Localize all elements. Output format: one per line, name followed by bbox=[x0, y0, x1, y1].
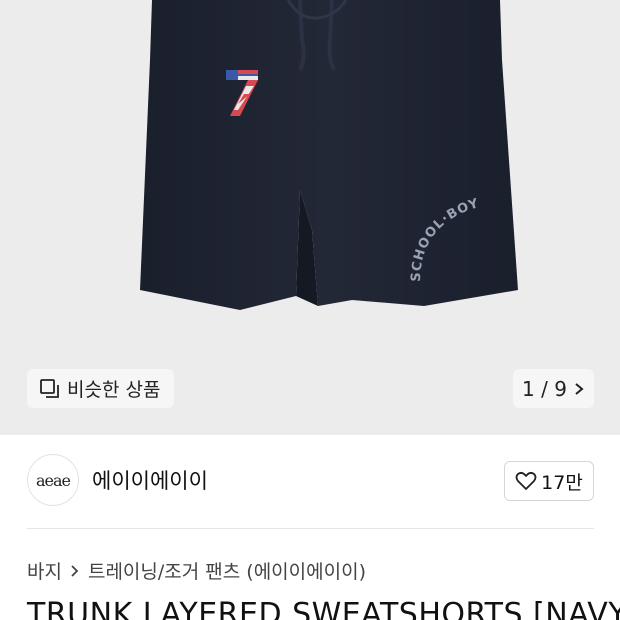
page-counter-text: 1 / 9 bbox=[522, 376, 567, 401]
breadcrumb-item-subcategory[interactable]: 트레이닝/조거 팬츠 (에이이에이이) bbox=[88, 557, 366, 584]
brand-name[interactable]: 에이이에이이 bbox=[92, 465, 208, 495]
heart-icon bbox=[515, 471, 537, 490]
divider bbox=[27, 528, 594, 529]
chevron-right-icon bbox=[71, 564, 79, 577]
breadcrumb-item-category[interactable]: 바지 bbox=[27, 557, 62, 584]
chevron-right-icon bbox=[575, 382, 584, 395]
brand-logo[interactable]: aeae bbox=[27, 454, 79, 506]
product-image-gallery[interactable]: 7 SCHOOL·BOY 비슷한 상품 1 / 9 bbox=[0, 0, 620, 435]
similar-products-button[interactable]: 비슷한 상품 bbox=[27, 369, 174, 408]
like-button[interactable]: 17만 bbox=[504, 461, 594, 501]
like-count: 17만 bbox=[541, 471, 583, 494]
similar-products-icon bbox=[40, 378, 59, 398]
brand-row[interactable]: aeae 에이이에이이 17만 bbox=[0, 435, 620, 528]
breadcrumb: 바지 트레이닝/조거 팬츠 (에이이에이이) bbox=[27, 557, 366, 584]
product-title: TRUNK LAYERED SWEATSHORTS [NAVY] bbox=[27, 597, 620, 620]
brand-logo-text: aeae bbox=[35, 470, 71, 490]
similar-products-label: 비슷한 상품 bbox=[67, 379, 161, 401]
image-page-counter[interactable]: 1 / 9 bbox=[513, 369, 594, 408]
